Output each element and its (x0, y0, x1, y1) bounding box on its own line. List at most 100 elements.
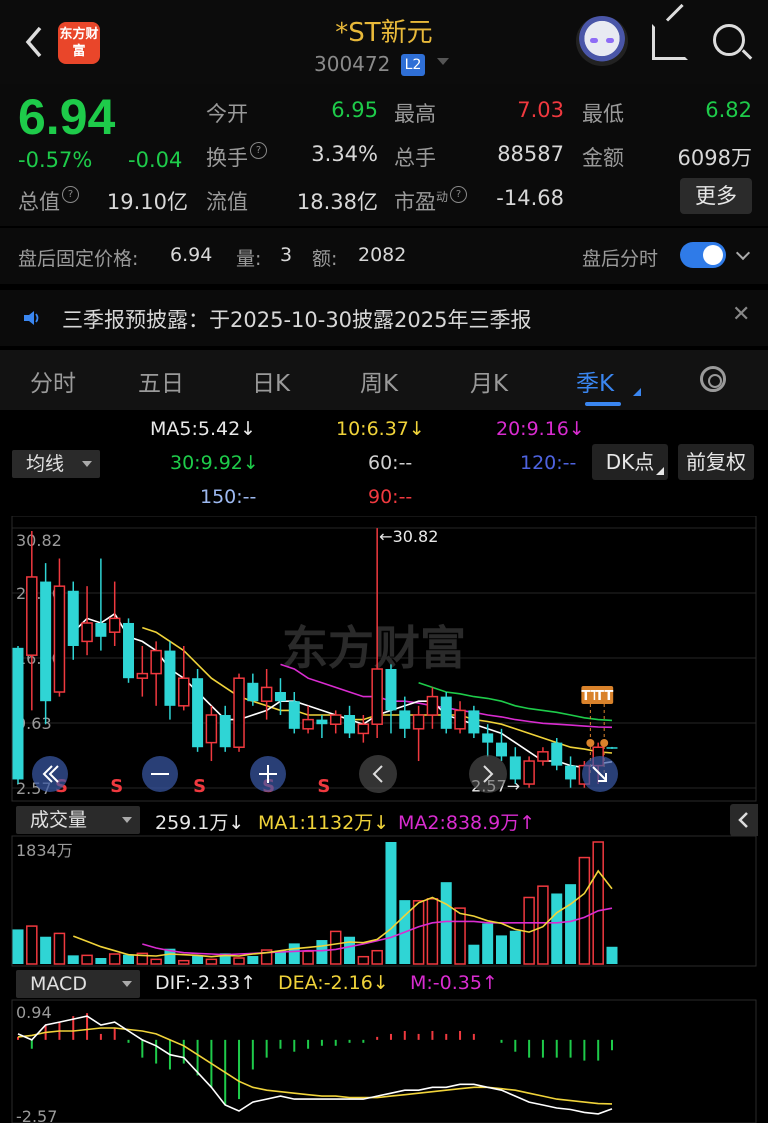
prev-button[interactable] (359, 755, 397, 793)
candle (12, 645, 24, 785)
chevron-down-icon[interactable] (735, 245, 751, 261)
ma10-label: 10:6.37↓ (336, 418, 425, 440)
tab-quarterly[interactable]: 季K (576, 364, 614, 398)
candle (178, 645, 190, 711)
ma30-label: 30:9.92↓ (170, 452, 259, 474)
zoom-out-button[interactable] (142, 756, 178, 792)
candle-body (357, 723, 370, 735)
candle (606, 746, 618, 749)
volume-bar (592, 841, 604, 965)
volume-bar (329, 930, 342, 965)
candle-body (316, 719, 328, 725)
candle (316, 715, 328, 739)
after-vol-label: 量: (236, 248, 262, 270)
watermark: 东方财富 (282, 621, 466, 675)
candle-body (344, 715, 356, 734)
gear-icon[interactable] (700, 366, 726, 392)
jump-to-latest-button[interactable] (582, 756, 618, 792)
high-value: 7.03 (517, 98, 564, 122)
active-tab-indicator (585, 402, 621, 406)
collapse-panel-button[interactable] (730, 804, 758, 836)
candle-body (136, 672, 149, 679)
floatcap-value: 18.38亿 (296, 190, 378, 214)
search-icon[interactable] (713, 24, 745, 56)
candle-body (123, 622, 135, 679)
volume-bar (178, 959, 190, 965)
volume-indicator-selector[interactable]: 成交量 (16, 806, 140, 834)
candle (150, 641, 162, 706)
candle-body (468, 710, 480, 734)
tab-daily[interactable]: 日K (252, 364, 290, 398)
volume-bars (12, 841, 618, 965)
candle-body (219, 715, 231, 748)
volume-bar (606, 946, 618, 964)
info-icon[interactable]: ? (62, 186, 79, 203)
volume-bar (53, 932, 66, 965)
candle-body (178, 677, 190, 707)
volume-bar (565, 884, 577, 964)
volume-bar (302, 950, 314, 965)
dea-line (17, 1027, 613, 1105)
volume-bar (123, 954, 135, 964)
volume-bar (509, 930, 521, 964)
ai-assistant-icon[interactable] (576, 16, 628, 66)
sell-signal: S (193, 776, 206, 797)
tab-5day[interactable]: 五日 (138, 364, 184, 398)
candle-body (385, 668, 397, 711)
candle-body (523, 760, 535, 785)
candle-body (329, 714, 342, 725)
volume-frame (11, 835, 757, 967)
stock-switch-caret[interactable] (437, 58, 449, 65)
volume-bar (81, 954, 93, 965)
close-icon[interactable]: ✕ (732, 302, 750, 327)
ma150-label: 150:-- (200, 486, 257, 508)
candle (233, 673, 245, 752)
dk-point-button[interactable]: DK点 (592, 444, 668, 480)
candle-body (302, 718, 314, 730)
candle (164, 641, 176, 720)
volume-bar (316, 940, 328, 964)
candle-body (53, 585, 66, 693)
after-price: 6.94 (170, 244, 213, 266)
candle-body (412, 714, 425, 730)
candle (136, 645, 149, 697)
tab-weekly[interactable]: 周K (360, 364, 398, 398)
after-amt-label: 额: (312, 248, 338, 270)
after-timeshare-toggle[interactable] (680, 242, 726, 268)
after-amt: 2082 (358, 244, 407, 266)
tab-monthly[interactable]: 月K (470, 364, 508, 398)
tt-marker-dot (586, 739, 595, 747)
ma-selector[interactable]: 均线 (12, 450, 100, 478)
candle (108, 581, 121, 646)
macd-lines (17, 1015, 613, 1115)
top-bar: 东方财富 *ST新元 300472 L2 (0, 0, 768, 84)
candle-body (551, 742, 563, 766)
info-icon[interactable]: ? (450, 186, 468, 203)
high-label: 最高 (394, 102, 436, 126)
volume-bar (371, 949, 383, 965)
stock-code: 300472 (314, 52, 391, 76)
share-icon[interactable] (652, 24, 688, 60)
candle-body (150, 649, 162, 675)
candle-body (537, 751, 549, 762)
candle (81, 586, 93, 656)
notice-bar[interactable]: 三季报预披露：于2025-10-30披露2025年三季报 ✕ (0, 290, 768, 346)
volume-max-label: 1834万 (16, 841, 73, 860)
candle-body (565, 765, 577, 780)
candle-body (606, 747, 618, 749)
more-button[interactable]: 更多 (680, 178, 752, 214)
macd-indicator-selector[interactable]: MACD (16, 970, 140, 998)
volume-bar (67, 955, 79, 964)
adjust-button[interactable]: 前复权 (678, 444, 754, 480)
mktcap-label: 总值? (18, 186, 79, 216)
first-page-button[interactable] (32, 756, 68, 792)
volume-bar (495, 935, 507, 964)
turnover-label: 换手? (206, 142, 267, 172)
info-icon[interactable]: ? (250, 142, 267, 159)
tab-timeshare[interactable]: 分时 (30, 364, 76, 398)
volume-bar (551, 893, 563, 964)
zoom-in-button[interactable] (250, 756, 286, 792)
ma120-label: 120:-- (520, 452, 577, 474)
next-button[interactable] (469, 755, 507, 793)
macd-top-label: 0.94 (16, 1003, 52, 1022)
